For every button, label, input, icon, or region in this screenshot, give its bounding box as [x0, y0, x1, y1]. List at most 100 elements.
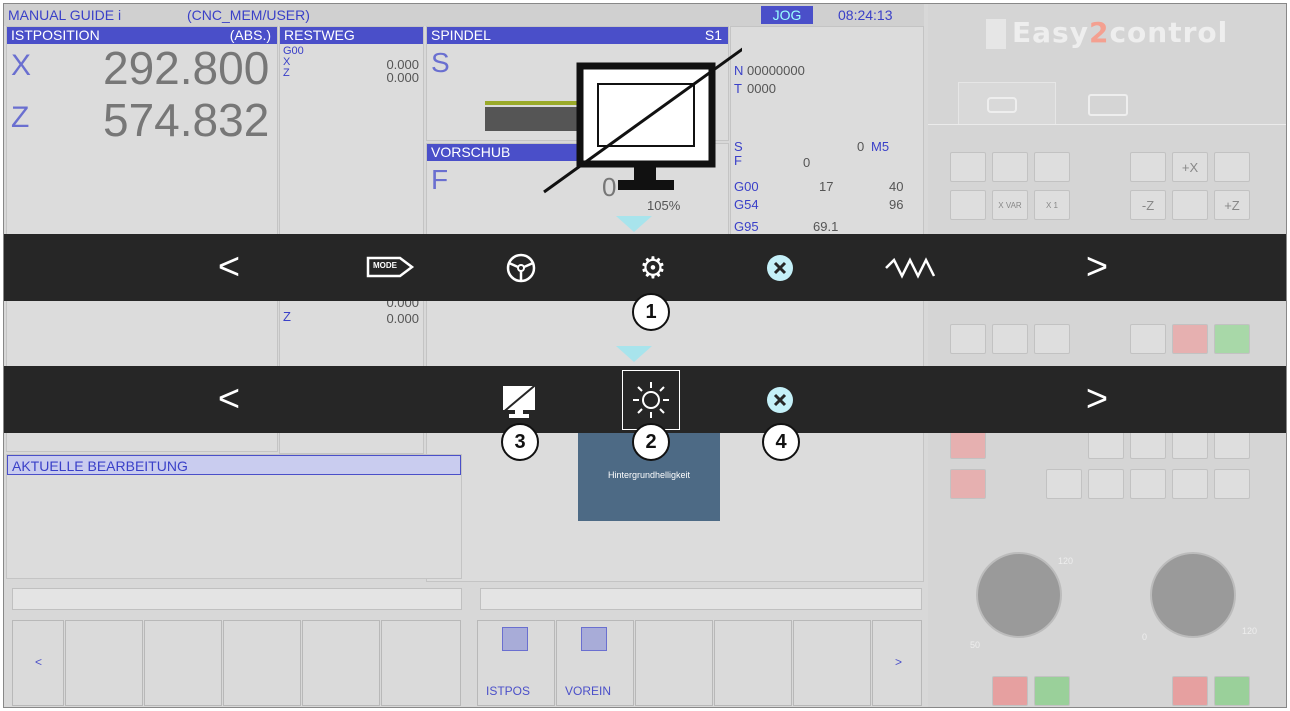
- brightness-button[interactable]: [622, 370, 680, 430]
- s-value: 0: [857, 139, 865, 154]
- close-icon: [767, 387, 793, 413]
- axis-x-value: 292.800: [103, 42, 270, 94]
- toolbar1-prev-button[interactable]: <: [214, 244, 244, 290]
- plus-x-key[interactable]: +X: [1172, 152, 1208, 182]
- x1-key[interactable]: X 1: [1034, 190, 1070, 220]
- panel-key-r6-2[interactable]: [1046, 469, 1082, 499]
- softkey-9[interactable]: [714, 620, 792, 706]
- panel-tab-keyboard[interactable]: [1088, 94, 1128, 116]
- panel-tab-machine[interactable]: [958, 82, 1056, 124]
- axis-x-label: X: [11, 49, 32, 82]
- panel-key-r6-4[interactable]: [1130, 469, 1166, 499]
- softkey-prev[interactable]: <: [12, 620, 64, 706]
- restweg2-z-value: 0.000: [386, 311, 419, 326]
- panel-key-r2-5[interactable]: [1172, 190, 1208, 220]
- settings-button[interactable]: ⚙: [636, 251, 670, 285]
- callout-4: 4: [762, 423, 800, 461]
- panel-key-r1-4[interactable]: [1130, 152, 1166, 182]
- panel-key-r1-3[interactable]: [1034, 152, 1070, 182]
- panel-key-r6-6[interactable]: [1214, 469, 1250, 499]
- title-bar: MANUAL GUIDE i (CNC_MEM/USER) JOG 08:24:…: [4, 4, 924, 26]
- mode-button[interactable]: MODE: [366, 252, 416, 282]
- panel-key-r5-5[interactable]: [1214, 429, 1250, 459]
- panel-key-r6-1[interactable]: [950, 469, 986, 499]
- panel-key-r4-4[interactable]: [1130, 324, 1166, 354]
- g-row-2-b: 96: [889, 197, 904, 212]
- program-path: (CNC_MEM/USER): [187, 7, 310, 23]
- softkey-vorein[interactable]: VOREIN: [556, 620, 634, 706]
- mode-label: MODE: [373, 261, 397, 270]
- panel-key-r1-2[interactable]: [992, 152, 1028, 182]
- n-value: 00000000: [747, 63, 805, 78]
- axis-z-value: 574.832: [103, 94, 270, 146]
- monitor-off-icon: [500, 381, 540, 418]
- softkey-2[interactable]: [144, 620, 222, 706]
- softkey-10[interactable]: [793, 620, 871, 706]
- panel-key-r1-6[interactable]: [1214, 152, 1250, 182]
- istpos-label: ISTPOS: [486, 684, 531, 698]
- minus-z-key[interactable]: -Z: [1130, 190, 1166, 220]
- softkey-4[interactable]: [302, 620, 380, 706]
- dial-left-max: 120: [1058, 556, 1074, 566]
- toolbar2-next-button[interactable]: >: [1082, 376, 1112, 422]
- close-button-1[interactable]: [766, 254, 794, 282]
- feed-override-dial[interactable]: [976, 552, 1062, 638]
- panel-key-r1-1[interactable]: [950, 152, 986, 182]
- panel-key-r2-1[interactable]: [950, 190, 986, 220]
- xvar-key[interactable]: X VAR: [992, 190, 1028, 220]
- panel-key-r5-1[interactable]: [950, 429, 986, 459]
- restweg-header: RESTWEG: [280, 27, 423, 44]
- tooltip-label: Hintergrundhelligkeit: [607, 470, 691, 480]
- panel-key-r4-3[interactable]: [1034, 324, 1070, 354]
- panel-key-r5-4[interactable]: [1172, 429, 1208, 459]
- steering-wheel-button[interactable]: [504, 251, 538, 285]
- vorschub-f-label: F: [431, 164, 449, 195]
- softkey-8[interactable]: [635, 620, 713, 706]
- spindle-start-key[interactable]: [1214, 324, 1250, 354]
- softkey-next[interactable]: >: [872, 620, 922, 706]
- status-line-left: [12, 588, 462, 610]
- plus-z-key[interactable]: +Z: [1214, 190, 1250, 220]
- softkey-1[interactable]: [65, 620, 143, 706]
- panel-key-r5-2[interactable]: [1088, 429, 1124, 459]
- panel-key-r4-1[interactable]: [950, 324, 986, 354]
- panel-key-r6-3[interactable]: [1088, 469, 1124, 499]
- softkey-5[interactable]: [381, 620, 461, 706]
- brand-logo: Easy2control: [986, 16, 1236, 56]
- panel-key-r4-2[interactable]: [992, 324, 1028, 354]
- vorein-icon: [581, 627, 607, 651]
- feed-start-key[interactable]: [1214, 676, 1250, 706]
- toolbar1-pointer: [616, 216, 652, 232]
- panel-key-r5-3[interactable]: [1130, 429, 1166, 459]
- softkey-istpos[interactable]: ISTPOS: [477, 620, 555, 706]
- g-row-3-a: 69.1: [813, 219, 839, 234]
- spindle-override-dial[interactable]: [1150, 552, 1236, 638]
- panel-key-r6-5[interactable]: [1172, 469, 1208, 499]
- callout-1: 1: [632, 293, 670, 331]
- spindle-stop-key[interactable]: [1172, 324, 1208, 354]
- steering-wheel-icon: [506, 253, 536, 283]
- waveform-button[interactable]: [884, 256, 940, 280]
- softkey-next-label: >: [895, 655, 903, 669]
- spindel-header: SPINDEL S1: [427, 27, 728, 44]
- m-value: M5: [871, 139, 890, 154]
- toolbar2-prev-button[interactable]: <: [214, 376, 244, 422]
- toolbar1-next-button[interactable]: >: [1082, 244, 1112, 290]
- f-value: 0: [803, 155, 811, 170]
- aktuelle-panel: AKTUELLE BEARBEITUNG: [6, 454, 462, 579]
- brand-name-b: 2: [1088, 16, 1110, 49]
- feed-stop-key[interactable]: [1172, 676, 1208, 706]
- cycle-start-key[interactable]: [1034, 676, 1070, 706]
- g-row-1-a: 17: [819, 179, 834, 194]
- callout-2: 2: [632, 423, 670, 461]
- monitor-off-button[interactable]: [499, 380, 541, 420]
- close-button-2[interactable]: [766, 386, 794, 414]
- clock: 08:24:13: [838, 7, 893, 23]
- panel-rule: [928, 124, 1286, 125]
- toolbar2-pointer: [616, 346, 652, 362]
- istposition-title: ISTPOSITION: [11, 27, 100, 43]
- softkey-3[interactable]: [223, 620, 301, 706]
- cnc-screen: MANUAL GUIDE i (CNC_MEM/USER) JOG 08:24:…: [3, 3, 1287, 708]
- app-title: MANUAL GUIDE i: [8, 7, 122, 23]
- cycle-stop-key[interactable]: [992, 676, 1028, 706]
